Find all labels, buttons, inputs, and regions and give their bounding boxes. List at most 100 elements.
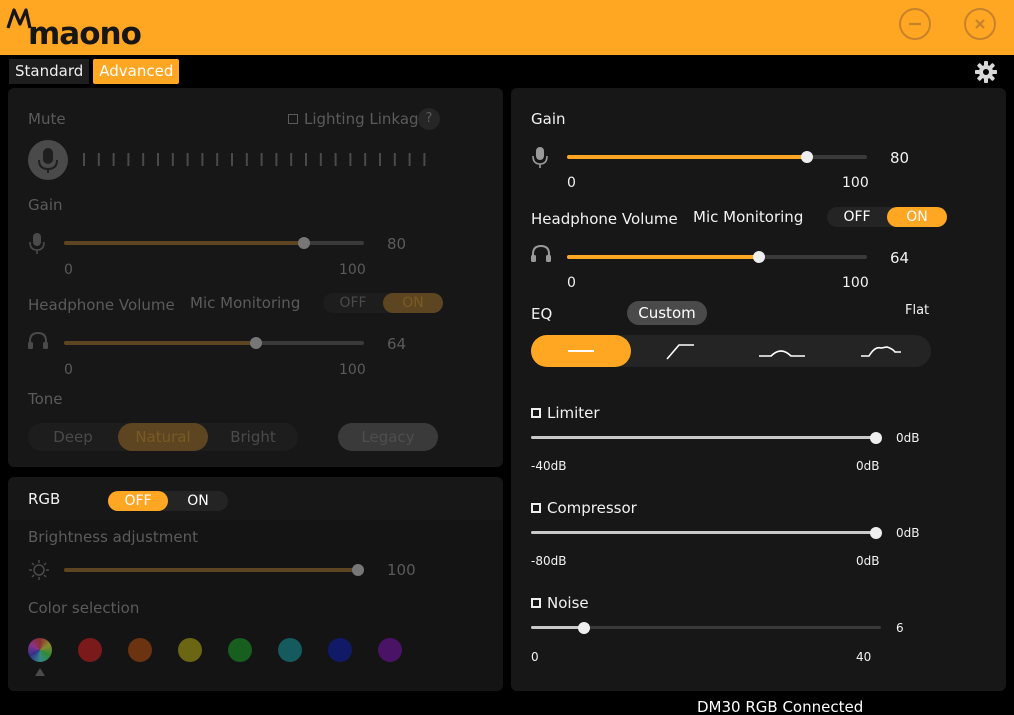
mic-monitoring-toggle[interactable]: OFF ON xyxy=(827,207,947,227)
gain-mic-icon xyxy=(532,147,548,168)
mic-monitoring-on[interactable]: ON xyxy=(887,207,947,227)
level-meter-tick xyxy=(290,153,293,166)
brightness-slider[interactable] xyxy=(64,564,364,576)
level-meter-tick xyxy=(171,153,174,166)
level-meter-tick xyxy=(216,153,219,166)
headphone-volume-min: 0 xyxy=(567,275,576,291)
left-gain-max: 100 xyxy=(339,262,366,278)
minimize-button[interactable] xyxy=(899,8,931,40)
close-icon xyxy=(975,19,985,29)
rgb-off[interactable]: OFF xyxy=(108,491,168,511)
presence-curve-icon[interactable] xyxy=(831,335,931,367)
mute-button[interactable] xyxy=(28,140,68,180)
level-meter-tick xyxy=(157,153,159,166)
level-meter-tick xyxy=(97,153,100,166)
mode-tabs: Standard Advanced xyxy=(9,59,180,84)
tone-label: Tone xyxy=(28,390,63,408)
level-meter-tick xyxy=(334,153,337,166)
level-meter-tick xyxy=(423,153,426,166)
tone-bright[interactable]: Bright xyxy=(208,423,298,451)
eq-custom-button[interactable]: Custom xyxy=(627,301,707,325)
rgb-label: RGB xyxy=(28,490,61,508)
headphone-volume-value: 64 xyxy=(890,249,910,267)
lighting-linkage-label: Lighting Linkage xyxy=(304,110,428,128)
level-meter xyxy=(83,153,426,166)
left-gain-mic-icon xyxy=(29,233,45,254)
left-gain-label: Gain xyxy=(28,196,63,214)
limiter-slider[interactable] xyxy=(531,431,882,444)
headphone-volume-slider[interactable] xyxy=(567,251,867,263)
eq-selector xyxy=(531,335,931,367)
left-headphone-max: 100 xyxy=(339,362,366,378)
level-meter-tick xyxy=(349,153,352,166)
left-mic-monitoring-on[interactable]: ON xyxy=(383,293,443,313)
noise-checkbox[interactable] xyxy=(531,598,541,608)
rgb-on[interactable]: ON xyxy=(168,491,228,511)
compressor-checkbox[interactable] xyxy=(531,503,541,513)
limiter-value: 0dB xyxy=(896,431,920,445)
left-headphone-slider[interactable] xyxy=(64,337,364,349)
gain-min: 0 xyxy=(567,175,576,191)
color-swatch[interactable] xyxy=(328,638,352,662)
sun-icon xyxy=(29,560,49,580)
limiter-checkbox[interactable] xyxy=(531,408,541,418)
compressor-slider[interactable] xyxy=(531,526,882,539)
eq-current-preset: Flat xyxy=(905,303,930,318)
mute-label: Mute xyxy=(28,110,66,128)
brightness-label: Brightness adjustment xyxy=(28,528,198,546)
compressor-max: 0dB xyxy=(856,554,880,568)
compressor-label: Compressor xyxy=(547,499,637,517)
noise-slider[interactable] xyxy=(531,621,881,634)
mic-monitoring-off[interactable]: OFF xyxy=(827,207,887,227)
connection-status: DM30 RGB Connected xyxy=(697,698,864,715)
level-meter-tick xyxy=(319,153,322,166)
left-mic-monitoring-off[interactable]: OFF xyxy=(323,293,383,313)
eq-label: EQ xyxy=(531,305,553,323)
compressor-value: 0dB xyxy=(896,526,920,540)
color-swatch[interactable] xyxy=(378,638,402,662)
noise-label: Noise xyxy=(547,594,589,612)
color-swatch[interactable] xyxy=(178,638,202,662)
minimize-icon xyxy=(909,22,921,26)
tab-standard[interactable]: Standard xyxy=(9,59,90,84)
tone-selector: Deep Natural Bright xyxy=(28,423,298,451)
color-swatch[interactable] xyxy=(78,638,102,662)
app-logo-text: maono xyxy=(28,16,142,52)
level-meter-tick xyxy=(379,153,381,166)
legacy-button[interactable]: Legacy xyxy=(338,423,438,451)
limiter-min: -40dB xyxy=(531,459,567,473)
tone-natural[interactable]: Natural xyxy=(118,423,208,451)
level-meter-tick xyxy=(201,153,204,166)
color-swatch[interactable] xyxy=(128,638,152,662)
color-wheel-swatch[interactable] xyxy=(28,638,52,662)
level-meter-tick xyxy=(275,153,278,166)
limiter-max: 0dB xyxy=(856,459,880,473)
color-swatch[interactable] xyxy=(228,638,252,662)
left-mic-monitoring-toggle[interactable]: OFF ON xyxy=(323,293,443,313)
gain-slider[interactable] xyxy=(567,151,867,163)
left-headphone-label: Headphone Volume xyxy=(28,296,175,314)
tab-advanced[interactable]: Advanced xyxy=(93,59,180,84)
level-meter-tick xyxy=(186,153,189,166)
color-swatch[interactable] xyxy=(278,638,302,662)
level-meter-tick xyxy=(127,153,130,166)
mid-boost-curve-icon[interactable] xyxy=(731,335,831,367)
tone-deep[interactable]: Deep xyxy=(28,423,118,451)
gear-icon[interactable] xyxy=(974,60,998,84)
high-pass-curve-icon[interactable] xyxy=(631,335,731,367)
left-mic-panel xyxy=(8,88,503,467)
rgb-toggle[interactable]: OFF ON xyxy=(108,491,228,511)
flat-curve-icon[interactable] xyxy=(531,335,631,367)
left-gain-slider[interactable] xyxy=(64,237,364,249)
level-meter-tick xyxy=(83,153,85,166)
close-button[interactable] xyxy=(964,8,996,40)
level-meter-tick xyxy=(142,153,145,166)
help-icon[interactable]: ? xyxy=(418,108,440,130)
level-meter-tick xyxy=(408,153,411,166)
level-meter-tick xyxy=(305,153,307,166)
limiter-label: Limiter xyxy=(547,404,600,422)
brightness-value: 100 xyxy=(387,561,416,579)
gain-max: 100 xyxy=(842,175,869,191)
lighting-linkage-checkbox[interactable] xyxy=(288,114,298,124)
gain-label: Gain xyxy=(531,110,566,128)
